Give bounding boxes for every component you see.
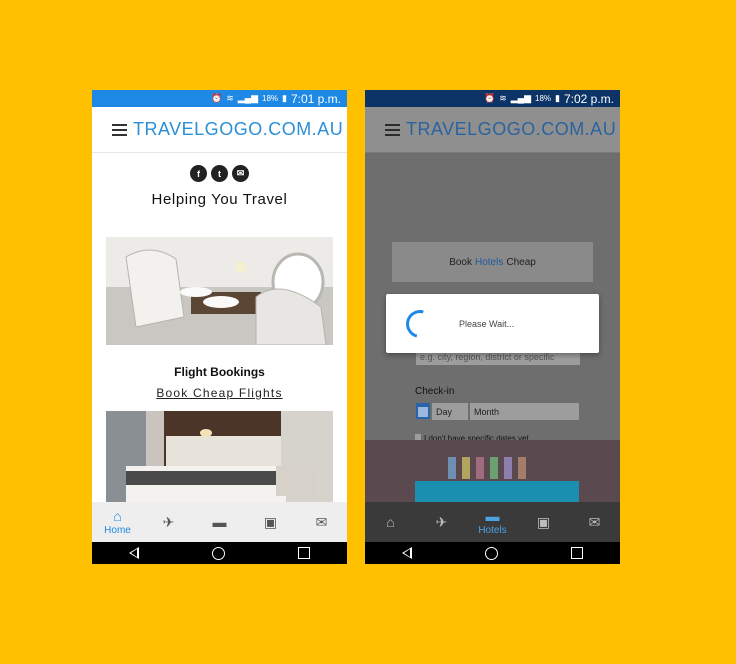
page-tagline: Helping You Travel	[151, 191, 288, 208]
signal-icon: ▂▄▆	[237, 93, 258, 103]
nav-hotels[interactable]: ▬ Hotels	[467, 502, 518, 542]
facebook-icon[interactable]: f	[190, 165, 207, 182]
nav-packages[interactable]: ▣	[245, 502, 296, 542]
book-hotels-card: Book Hotels Cheap	[392, 242, 593, 282]
brand-title[interactable]: TRAVELGOGO.COM.AU	[133, 119, 343, 140]
brand-title[interactable]: TRAVELGOGO.COM.AU	[406, 119, 616, 140]
flight-bookings-title: Flight Bookings	[174, 365, 265, 379]
mail-icon: ✉	[315, 514, 328, 530]
bottom-nav: ⌂ ✈ ▬ Hotels ▣ ✉	[365, 502, 620, 542]
recent-apps-icon[interactable]	[298, 547, 311, 559]
flight-cabin-photo[interactable]	[106, 237, 333, 345]
loading-message: Please Wait...	[459, 318, 515, 329]
battery-percent: 18%	[262, 94, 279, 103]
book-prefix: Book	[449, 256, 472, 268]
mail-icon: ✉	[588, 514, 601, 530]
battery-percent: 18%	[535, 94, 552, 103]
app-header: TRAVELGOGO.COM.AU	[92, 107, 347, 153]
status-bar: ⏰ ≋ ▂▄▆ 18% ▮ 7:01 p.m.	[92, 90, 347, 107]
home-circle-icon[interactable]	[211, 546, 225, 560]
nav-home[interactable]: ⌂ Home	[92, 502, 143, 542]
day-select[interactable]: Day	[432, 403, 468, 420]
nav-contact[interactable]: ✉	[569, 502, 620, 542]
home-circle-icon[interactable]	[484, 546, 498, 560]
bed-icon: ▬	[485, 507, 500, 524]
hotel-room-photo[interactable]	[106, 411, 333, 503]
briefcase-icon: ▣	[263, 514, 278, 530]
nav-home-label: Home	[104, 524, 131, 536]
nav-flights[interactable]: ✈	[143, 502, 194, 542]
wifi-icon: ≋	[499, 93, 507, 103]
loading-dialog: Please Wait...	[386, 294, 599, 353]
back-icon[interactable]	[128, 547, 139, 559]
system-nav-bar	[365, 542, 620, 564]
loading-spinner-icon	[400, 304, 440, 343]
phone-screen-hotels-loading: ⏰ ≋ ▂▄▆ 18% ▮ 7:02 p.m. TRAVELGOGO.COM.A…	[365, 90, 620, 564]
promo-banner	[365, 440, 620, 502]
battery-icon: ▮	[555, 93, 560, 103]
menu-icon[interactable]	[112, 124, 127, 136]
checkin-label: Check-in	[415, 386, 455, 397]
battery-icon: ▮	[282, 93, 287, 103]
book-suffix: Cheap	[506, 256, 536, 268]
nav-hotels-label: Hotels	[478, 524, 507, 536]
alarm-icon: ⏰	[211, 93, 223, 103]
signal-icon: ▂▄▆	[510, 93, 531, 103]
bottom-nav: ⌂ Home ✈ ▬ ▣ ✉	[92, 502, 347, 542]
calendar-icon[interactable]	[416, 403, 430, 419]
nav-home[interactable]: ⌂	[365, 502, 416, 542]
search-hotels-button[interactable]	[415, 481, 579, 502]
briefcase-icon: ▣	[536, 514, 551, 530]
book-cheap-flights-link[interactable]: Book Cheap Flights	[92, 386, 347, 400]
app-header: TRAVELGOGO.COM.AU	[365, 107, 620, 153]
nav-flights[interactable]: ✈	[416, 502, 467, 542]
bed-icon: ▬	[212, 514, 227, 530]
wifi-icon: ≋	[226, 93, 234, 103]
twitter-icon[interactable]: t	[211, 165, 228, 182]
menu-icon[interactable]	[385, 124, 400, 136]
plane-icon: ✈	[162, 514, 175, 530]
book-highlight: Hotels	[474, 256, 504, 268]
nav-contact[interactable]: ✉	[296, 502, 347, 542]
home-icon: ⌂	[386, 514, 395, 530]
status-time: 7:01 p.m.	[290, 91, 341, 106]
nav-hotels[interactable]: ▬	[194, 502, 245, 542]
social-links: f t ✉	[92, 165, 347, 182]
phone-screen-home: ⏰ ≋ ▂▄▆ 18% ▮ 7:01 p.m. TRAVELGOGO.COM.A…	[92, 90, 347, 564]
recent-apps-icon[interactable]	[571, 547, 584, 559]
home-icon: ⌂	[113, 507, 122, 524]
alarm-icon: ⏰	[484, 93, 496, 103]
month-select[interactable]: Month	[470, 403, 579, 420]
system-nav-bar	[92, 542, 347, 564]
status-bar: ⏰ ≋ ▂▄▆ 18% ▮ 7:02 p.m.	[365, 90, 620, 107]
back-icon[interactable]	[401, 547, 412, 559]
nav-packages[interactable]: ▣	[518, 502, 569, 542]
plane-icon: ✈	[435, 514, 448, 530]
status-time: 7:02 p.m.	[563, 91, 614, 106]
email-icon[interactable]: ✉	[232, 165, 249, 182]
home-content: f t ✉ Helping You Travel Flight Bookings…	[92, 154, 347, 503]
